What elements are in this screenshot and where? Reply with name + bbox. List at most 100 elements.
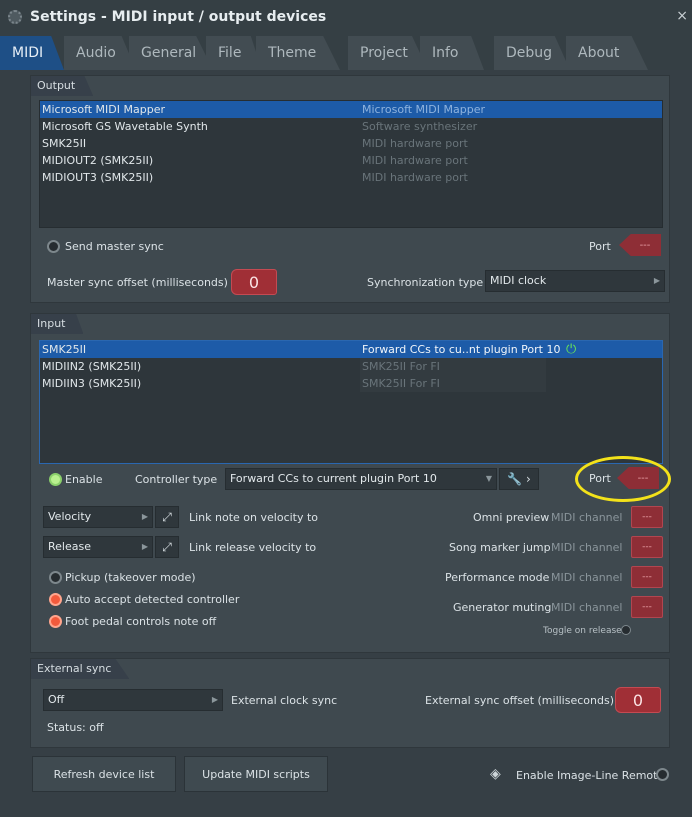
device-name: Microsoft MIDI Mapper — [42, 103, 165, 116]
foot-pedal-radio[interactable] — [49, 615, 62, 628]
device-mapping: Forward CCs to cu..nt plugin Port 10 — [362, 343, 561, 356]
controller-type-dropdown[interactable]: Forward CCs to current plugin Port 10 ▼ — [225, 468, 497, 490]
auto-accept-label: Auto accept detected controller — [65, 593, 240, 606]
chevron-right-icon: ▶ — [211, 695, 218, 704]
device-type: MIDI hardware port — [362, 171, 468, 184]
output-title: Output — [31, 76, 94, 96]
device-mapping: SMK25II For FI — [362, 360, 440, 373]
controller-type-value: Forward CCs to current plugin Port 10 — [230, 472, 437, 485]
external-offset-input[interactable]: 0 — [615, 687, 661, 713]
close-icon[interactable]: × — [676, 8, 688, 24]
output-panel: Output Microsoft MIDI Mapper Microsoft M… — [30, 75, 670, 303]
chevron-down-icon: ▼ — [485, 474, 492, 483]
pickup-label: Pickup (takeover mode) — [65, 571, 196, 584]
toggle-release-radio[interactable] — [621, 625, 631, 635]
tab-project[interactable]: Project — [348, 36, 428, 70]
enable-radio[interactable] — [49, 473, 62, 486]
tab-file[interactable]: File — [206, 36, 262, 70]
tab-audio[interactable]: Audio — [64, 36, 136, 70]
tab-about[interactable]: About — [566, 36, 648, 70]
external-offset-label: External sync offset (milliseconds) — [425, 694, 614, 707]
pickup-radio[interactable] — [49, 571, 62, 584]
link-icon[interactable]: ⤢ — [155, 536, 179, 558]
input-device-list[interactable]: SMK25II Forward CCs to cu..nt plugin Por… — [39, 340, 663, 464]
chevron-right-icon: ▶ — [653, 276, 660, 285]
window-title: Settings - MIDI input / output devices — [30, 9, 327, 25]
output-device-list[interactable]: Microsoft MIDI Mapper Microsoft MIDI Map… — [39, 100, 663, 228]
tab-bar: MIDI Audio General File Theme Project In… — [0, 34, 692, 70]
device-name: SMK25II — [42, 343, 87, 356]
auto-accept-radio[interactable] — [49, 593, 62, 606]
chevron-right-icon: ▶ — [141, 542, 148, 551]
song-marker-label: Song marker jump — [449, 541, 551, 554]
chevron-right-icon: ▶ — [141, 512, 148, 521]
list-item[interactable]: SMK25II MIDI hardware port — [40, 135, 662, 152]
list-item[interactable]: MIDIIN3 (SMK25II) SMK25II For FI — [40, 375, 662, 392]
master-sync-offset-label: Master sync offset (milliseconds) — [47, 276, 228, 289]
velocity-dropdown[interactable]: Velocity ▶ — [43, 506, 153, 528]
update-midi-scripts-button[interactable]: Update MIDI scripts — [184, 756, 328, 792]
output-port-button[interactable]: --- — [619, 234, 661, 256]
enable-label: Enable — [65, 473, 103, 486]
generator-channel-button[interactable]: --- — [631, 596, 663, 618]
link-icon[interactable]: ⤢ — [155, 506, 179, 528]
sync-type-dropdown[interactable]: MIDI clock ▶ — [485, 270, 665, 292]
external-sync-panel: External sync Off ▶ External clock sync … — [30, 658, 670, 748]
external-sync-value: Off — [48, 693, 65, 706]
output-port-label: Port — [589, 240, 611, 253]
foot-pedal-label: Foot pedal controls note off — [65, 615, 217, 628]
performance-channel-button[interactable]: --- — [631, 566, 663, 588]
external-status: Status: off — [47, 721, 104, 734]
link-velocity-label: Link note on velocity to — [189, 511, 319, 524]
refresh-device-list-button[interactable]: Refresh device list — [32, 756, 176, 792]
settings-gear-icon — [8, 10, 22, 24]
master-sync-offset-input[interactable]: 0 — [231, 269, 277, 295]
list-item[interactable]: MIDIOUT3 (SMK25II) MIDI hardware port — [40, 169, 662, 186]
remote-radio[interactable] — [656, 768, 669, 781]
external-sync-dropdown[interactable]: Off ▶ — [43, 689, 223, 711]
list-item[interactable]: Microsoft MIDI Mapper Microsoft MIDI Map… — [40, 101, 662, 118]
device-mapping: SMK25II For FI — [362, 377, 440, 390]
controller-type-label: Controller type — [135, 473, 218, 486]
performance-mode-label: Performance mode — [445, 571, 550, 584]
external-clock-label: External clock sync — [231, 694, 338, 707]
tab-midi[interactable]: MIDI — [0, 36, 64, 70]
list-item[interactable]: SMK25II Forward CCs to cu..nt plugin Por… — [40, 341, 662, 358]
list-item[interactable]: Microsoft GS Wavetable Synth Software sy… — [40, 118, 662, 135]
input-panel: Input SMK25II Forward CCs to cu..nt plug… — [30, 313, 671, 653]
device-type: MIDI hardware port — [362, 137, 468, 150]
device-type: Microsoft MIDI Mapper — [362, 103, 485, 116]
input-port-label: Port — [589, 472, 611, 485]
list-item[interactable]: MIDIOUT2 (SMK25II) MIDI hardware port — [40, 152, 662, 169]
remote-label: Enable Image-Line Remote — [516, 769, 665, 782]
release-dropdown[interactable]: Release ▶ — [43, 536, 153, 558]
omni-channel-button[interactable]: --- — [631, 506, 663, 528]
sync-type-value: MIDI clock — [490, 274, 547, 287]
send-master-sync-radio[interactable] — [47, 240, 60, 253]
tab-general[interactable]: General — [129, 36, 213, 70]
tab-debug[interactable]: Debug — [494, 36, 570, 70]
link-release-label: Link release velocity to — [189, 541, 317, 554]
midi-channel-label: MIDI channel — [551, 601, 623, 614]
tab-info[interactable]: Info — [420, 36, 484, 70]
generator-muting-label: Generator muting — [453, 601, 552, 614]
release-value: Release — [48, 540, 91, 553]
power-icon[interactable]: ⏻ — [566, 341, 576, 358]
title-bar: Settings - MIDI input / output devices × — [0, 0, 692, 34]
song-marker-channel-button[interactable]: --- — [631, 536, 663, 558]
device-name: MIDIIN2 (SMK25II) — [42, 360, 142, 373]
wrench-icon[interactable]: 🔧 › — [499, 468, 539, 490]
omni-preview-label: Omni preview — [473, 511, 550, 524]
toggle-release-label: Toggle on release — [543, 626, 622, 636]
tab-theme[interactable]: Theme — [256, 36, 340, 70]
device-name: MIDIOUT3 (SMK25II) — [42, 171, 154, 184]
midi-channel-label: MIDI channel — [551, 541, 623, 554]
midi-channel-label: MIDI channel — [551, 571, 623, 584]
device-name: MIDIIN3 (SMK25II) — [42, 377, 142, 390]
external-sync-title: External sync — [31, 659, 130, 679]
settings-content: Output Microsoft MIDI Mapper Microsoft M… — [0, 70, 692, 817]
send-master-sync-label: Send master sync — [65, 240, 164, 253]
device-type: Software synthesizer — [362, 120, 478, 133]
device-name: MIDIOUT2 (SMK25II) — [42, 154, 154, 167]
list-item[interactable]: MIDIIN2 (SMK25II) SMK25II For FI — [40, 358, 662, 375]
